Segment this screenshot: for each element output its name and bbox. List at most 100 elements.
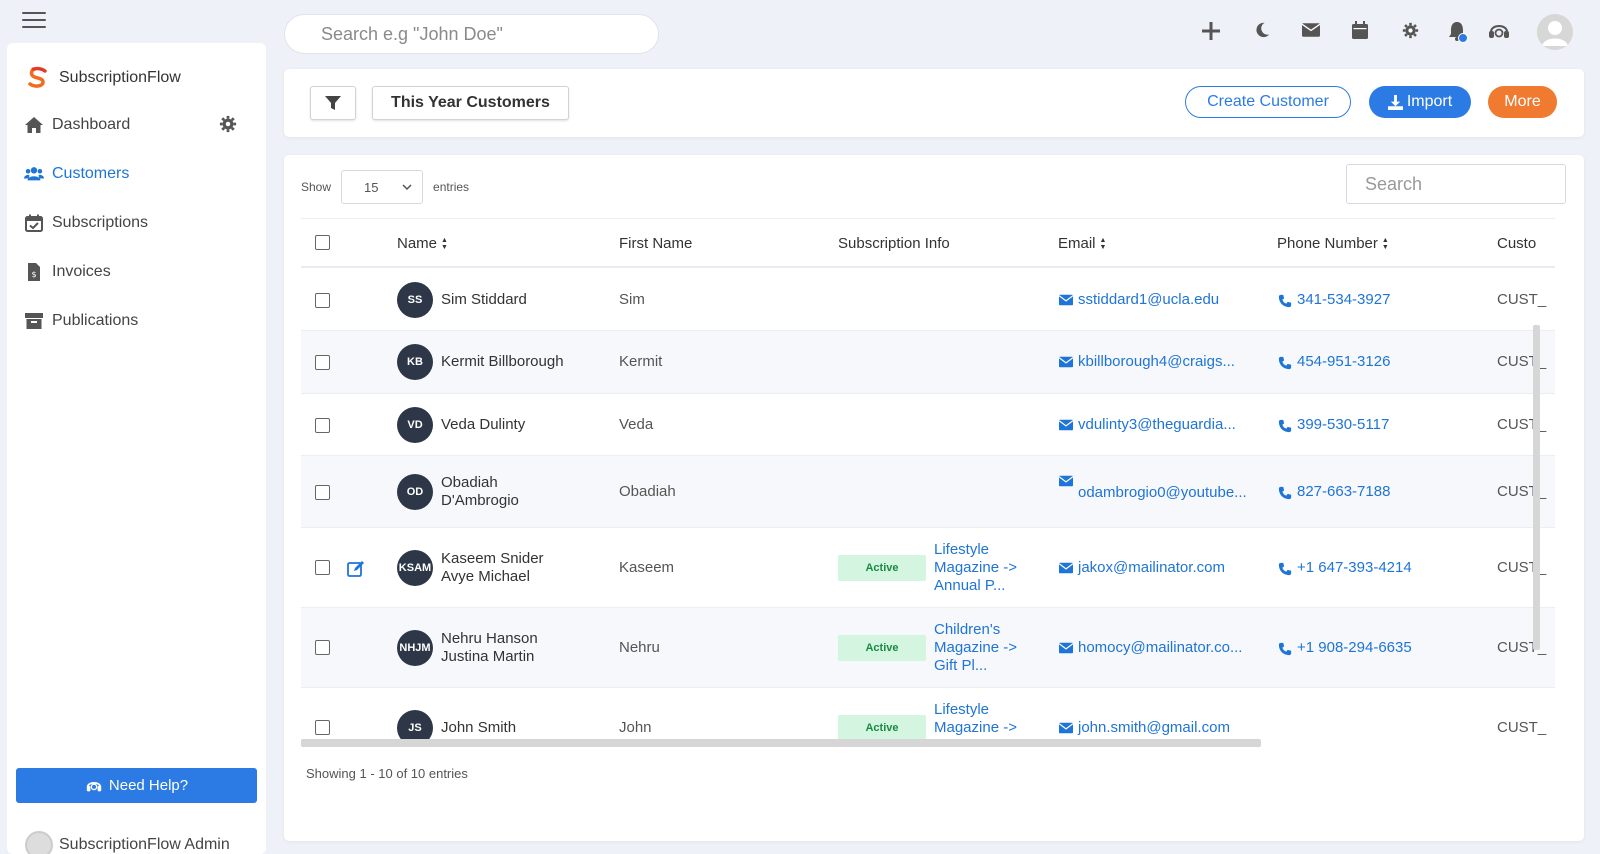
plus-icon[interactable] — [1200, 20, 1222, 42]
create-customer-button[interactable]: Create Customer — [1185, 86, 1351, 118]
column-header-subscription-info[interactable]: Subscription Info — [838, 235, 950, 252]
customer-name[interactable]: Kermit Billborough — [441, 353, 611, 371]
avatar: VD — [397, 407, 433, 443]
customer-name[interactable]: Veda Dulinty — [441, 416, 611, 434]
phone-text: +1 647-393-4214 — [1297, 559, 1412, 576]
subscription-link[interactable]: Children's Magazine -> Gift Pl... — [934, 621, 1044, 675]
column-label: Custo — [1497, 235, 1537, 252]
settings-icon[interactable] — [1402, 22, 1419, 39]
sort-icon: ▲ ▼ — [1381, 236, 1389, 251]
edit-icon[interactable] — [347, 560, 365, 578]
column-header-email[interactable]: Email ▲ ▼ — [1058, 235, 1106, 252]
user-avatar-icon[interactable] — [1537, 14, 1573, 50]
email-link[interactable]: homocy@mailinator.co... — [1059, 639, 1242, 657]
page-size-select[interactable]: 15 — [341, 170, 424, 204]
phone-link[interactable]: 341-534-3927 — [1278, 291, 1390, 308]
column-label: First Name — [619, 235, 693, 252]
customer-name[interactable]: John Smith — [441, 719, 611, 737]
home-icon — [25, 117, 43, 133]
table-row[interactable]: SS Sim Stiddard Sim sstiddard1@ucla.edu … — [301, 269, 1555, 331]
table-row[interactable]: KB Kermit Billborough Kermit kbillboroug… — [301, 331, 1555, 394]
column-header-name[interactable]: Name ▲ ▼ — [397, 235, 448, 252]
email-link[interactable]: sstiddard1@ucla.edu — [1059, 291, 1219, 309]
headset-icon — [86, 781, 102, 791]
email-link[interactable]: jakox@mailinator.com — [1059, 559, 1225, 577]
support-headset-icon[interactable] — [1488, 21, 1510, 41]
sidebar-item-subscriptions[interactable]: Subscriptions — [24, 213, 148, 233]
phone-link[interactable]: 399-530-5117 — [1278, 416, 1389, 433]
sidebar-item-dashboard[interactable]: Dashboard — [24, 115, 130, 135]
filter-icon — [325, 96, 341, 110]
brand-logo-icon — [28, 66, 47, 88]
table-row[interactable]: OD Obadiah D'Ambrogio Obadiah odambrogio… — [301, 456, 1555, 528]
customer-name[interactable]: Sim Stiddard — [441, 291, 611, 309]
bell-icon[interactable] — [1448, 21, 1468, 43]
moon-icon[interactable] — [1253, 21, 1271, 39]
phone-text: 827-663-7188 — [1297, 483, 1391, 500]
calendar-icon[interactable] — [1352, 21, 1368, 39]
mail-icon — [1059, 356, 1073, 368]
row-checkbox[interactable] — [315, 355, 330, 370]
customers-table-card: Show 15 entries Name▲▼ First Name Subscr… — [284, 155, 1584, 841]
sidebar-item-customers[interactable]: Customers — [24, 164, 129, 184]
phone-link[interactable]: 827-663-7188 — [1278, 483, 1390, 500]
import-button[interactable]: Import — [1369, 86, 1471, 118]
avatar: KB — [397, 344, 433, 380]
svg-text:$: $ — [31, 270, 36, 279]
brand[interactable]: SubscriptionFlow — [25, 65, 181, 91]
sidebar: SubscriptionFlow Dashboard Customers Sub… — [7, 43, 266, 854]
row-checkbox[interactable] — [315, 560, 330, 575]
phone-link[interactable]: +1 647-393-4214 — [1278, 559, 1412, 576]
row-checkbox[interactable] — [315, 720, 330, 735]
email-link[interactable]: john.smith@gmail.com — [1059, 719, 1230, 737]
subscription-link[interactable]: Lifestyle Magazine -> Annual P... — [934, 541, 1044, 595]
email-link[interactable]: kbillborough4@craigs... — [1059, 353, 1235, 371]
more-button[interactable]: More — [1488, 86, 1557, 118]
sidebar-item-invoices[interactable]: $ Invoices — [24, 262, 111, 282]
gear-icon[interactable] — [219, 115, 237, 133]
table-row[interactable]: NHJM Nehru Hanson Justina Martin Nehru A… — [301, 608, 1555, 688]
phone-text: 399-530-5117 — [1297, 416, 1390, 433]
vertical-scrollbar[interactable] — [1533, 325, 1540, 650]
phone-icon — [1278, 294, 1292, 307]
phone-link[interactable]: 454-951-3126 — [1278, 353, 1390, 370]
mail-icon — [1059, 419, 1073, 431]
row-checkbox[interactable] — [315, 418, 330, 433]
mail-icon — [1059, 722, 1073, 734]
email-link[interactable]: vdulinty3@theguardia... — [1059, 416, 1236, 434]
global-search[interactable] — [284, 14, 659, 54]
table-row[interactable]: KSAM Kaseem Snider Avye Michael Kaseem A… — [301, 528, 1555, 608]
filter-button[interactable] — [310, 86, 356, 120]
mail-icon — [1059, 475, 1073, 487]
saved-view-button[interactable]: This Year Customers — [372, 86, 569, 120]
search-input[interactable] — [321, 23, 658, 45]
column-header-phone[interactable]: Phone Number ▲ ▼ — [1277, 235, 1389, 252]
phone-link[interactable]: +1 908-294-6635 — [1278, 639, 1412, 656]
admin-profile[interactable]: SubscriptionFlow Admin — [25, 831, 230, 854]
subscription-link[interactable]: Lifestyle Magazine -> — [934, 701, 1044, 737]
column-header-first-name[interactable]: First Name — [619, 235, 692, 252]
notification-badge — [1458, 33, 1468, 43]
table-search-input[interactable] — [1346, 164, 1566, 204]
row-checkbox[interactable] — [315, 640, 330, 655]
horizontal-scrollbar[interactable] — [301, 739, 1261, 747]
avatar: OD — [397, 474, 433, 510]
email-link[interactable]: odambrogio0@youtube... — [1059, 472, 1254, 502]
row-checkbox[interactable] — [315, 485, 330, 500]
phone-icon — [1278, 419, 1292, 432]
import-label: Import — [1406, 93, 1453, 110]
customer-name[interactable]: Obadiah D'Ambrogio — [441, 474, 561, 510]
table-row[interactable]: VD Veda Dulinty Veda vdulinty3@theguardi… — [301, 394, 1555, 456]
need-help-button[interactable]: Need Help? — [16, 768, 257, 803]
sidebar-item-publications[interactable]: Publications — [24, 311, 138, 331]
mail-icon[interactable] — [1301, 23, 1321, 37]
customer-name[interactable]: Nehru Hanson Justina Martin — [441, 630, 571, 666]
toolbar: This Year Customers Create Customer Impo… — [284, 69, 1584, 137]
menu-toggle-icon[interactable] — [22, 12, 46, 30]
customer-name[interactable]: Kaseem Snider Avye Michael — [441, 550, 571, 586]
column-label: Phone Number — [1277, 235, 1378, 252]
phone-icon — [1278, 356, 1292, 369]
column-header-customer-id[interactable]: Custo — [1497, 235, 1536, 252]
row-checkbox[interactable] — [315, 293, 330, 308]
select-all-checkbox[interactable] — [315, 235, 330, 250]
